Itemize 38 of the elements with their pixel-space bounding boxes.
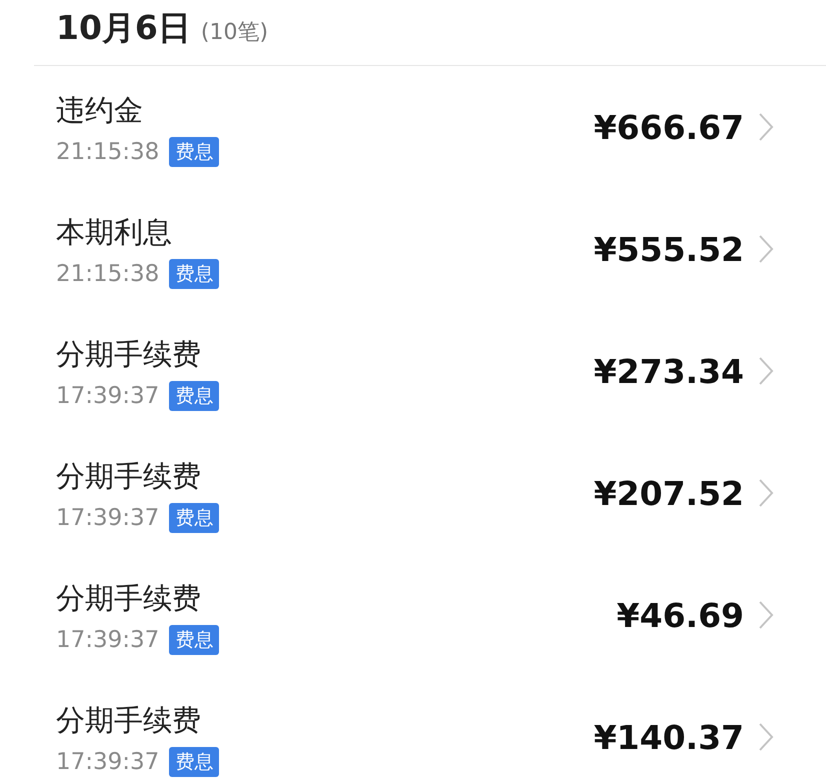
transaction-row[interactable]: 违约金 21:15:38 费息 ¥666.67	[0, 66, 826, 188]
transaction-row[interactable]: 分期手续费 17:39:37 费息 ¥140.37	[0, 676, 826, 782]
category-tag: 费息	[169, 625, 220, 655]
transaction-title: 本期利息	[56, 214, 173, 251]
transaction-title: 分期手续费	[56, 458, 202, 495]
chevron-right-icon	[758, 599, 774, 631]
transaction-amount: ¥273.34	[594, 352, 744, 390]
chevron-right-icon	[758, 355, 774, 387]
transaction-row[interactable]: 分期手续费 17:39:37 费息 ¥46.69	[0, 554, 826, 676]
category-tag: 费息	[169, 259, 220, 289]
transaction-amount: ¥207.52	[594, 474, 744, 512]
transaction-title: 分期手续费	[56, 336, 202, 373]
category-tag: 费息	[169, 503, 220, 533]
chevron-right-icon	[758, 233, 774, 265]
transaction-time: 17:39:37	[56, 505, 160, 531]
transaction-count: (10笔)	[200, 19, 268, 47]
category-tag: 费息	[169, 137, 220, 167]
transaction-title: 分期手续费	[56, 702, 202, 739]
transaction-amount: ¥666.67	[594, 108, 744, 146]
category-tag: 费息	[169, 381, 220, 411]
transaction-time: 21:15:38	[56, 261, 160, 287]
transaction-row[interactable]: 分期手续费 17:39:37 费息 ¥207.52	[0, 432, 826, 554]
transaction-row[interactable]: 分期手续费 17:39:37 费息 ¥273.34	[0, 310, 826, 432]
chevron-right-icon	[758, 477, 774, 509]
transaction-time: 17:39:37	[56, 749, 160, 775]
transaction-title: 分期手续费	[56, 580, 202, 617]
category-tag: 费息	[169, 747, 220, 777]
transaction-amount: ¥46.69	[616, 596, 744, 634]
chevron-right-icon	[758, 111, 774, 143]
transaction-row[interactable]: 本期利息 21:15:38 费息 ¥555.52	[0, 188, 826, 310]
chevron-right-icon	[758, 721, 774, 753]
date-heading: 10月6日	[56, 7, 191, 49]
transaction-time: 17:39:37	[56, 627, 160, 653]
transaction-amount: ¥555.52	[594, 230, 744, 268]
transaction-time: 17:39:37	[56, 383, 160, 409]
transaction-time: 21:15:38	[56, 139, 160, 165]
transaction-title: 违约金	[56, 92, 144, 129]
transaction-amount: ¥140.37	[594, 718, 744, 756]
